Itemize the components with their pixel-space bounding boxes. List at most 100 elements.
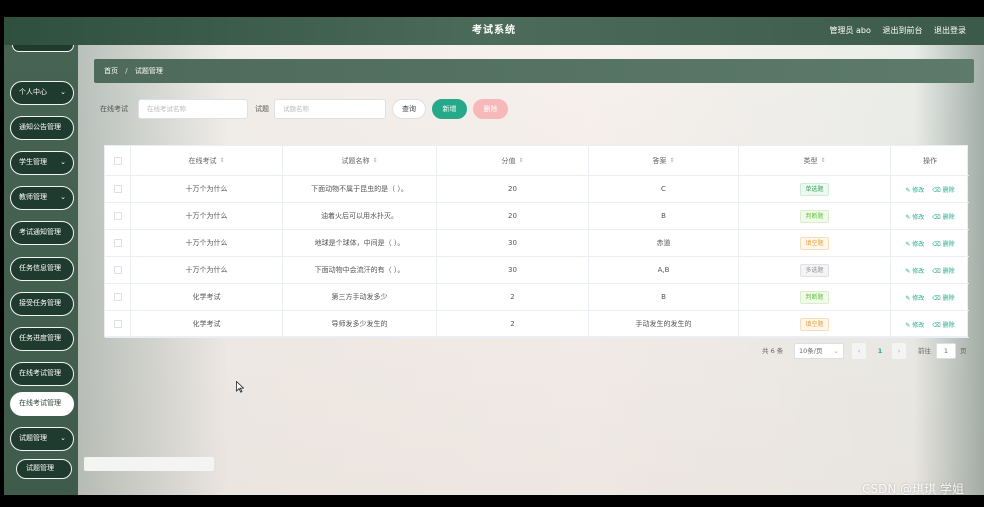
cell-question: 下面动物不属于昆虫的是（ ）。	[283, 176, 437, 202]
trash-icon: ⌫	[932, 186, 943, 194]
cell-answer-text: C	[661, 185, 666, 193]
sidebar-item-label: 接受任务管理	[19, 299, 61, 307]
column-header[interactable]: 答案 ⇕	[589, 146, 739, 175]
edit-label: 修改	[912, 186, 925, 194]
column-header[interactable]: 试题名称 ⇕	[283, 146, 437, 175]
cell-answer: B	[589, 203, 739, 229]
cell-question-text: 下面动物中会流汗的有（ ）。	[314, 266, 405, 274]
select-all-checkbox[interactable]	[113, 156, 122, 165]
cell-question: 下面动物中会流汗的有（ ）。	[283, 257, 437, 283]
cell-exam: 十万个为什么	[131, 203, 283, 229]
sidebar-item[interactable]: 接受任务管理	[10, 292, 74, 316]
goto-page-input[interactable]: 1	[936, 343, 956, 359]
cell-exam: 化学考试	[131, 284, 283, 310]
total-count: 共 6 条	[762, 347, 784, 355]
cell-question-text: 油着火后可以用水扑灭。	[321, 212, 398, 220]
page-unit: 页	[960, 347, 967, 355]
chevron-down-icon: ⌄	[60, 158, 66, 166]
sidebar-item-label: 任务信息管理	[19, 264, 61, 272]
sidebar-item-label: 个人中心	[19, 88, 47, 96]
cell-score: 20	[437, 203, 589, 229]
delete-link[interactable]: ⌫ 删除	[932, 293, 954, 302]
sidebar-item-label: 考试通知管理	[19, 228, 61, 236]
cell-question: 地球是个球体，中间是（ ）。	[283, 230, 437, 256]
cell-score: 2	[437, 284, 589, 310]
logout-link[interactable]: 退出登录	[934, 26, 966, 35]
sidebar-item[interactable]: 任务进度管理	[10, 327, 74, 351]
breadcrumb-home[interactable]: 首页	[104, 67, 118, 75]
table-row: 十万个为什么 地球是个球体，中间是（ ）。 30 赤道 填空题 ✎ 修改 ⌫ 删除	[105, 230, 969, 257]
sidebar-item[interactable]: 任务信息管理	[10, 257, 74, 281]
question-search-input[interactable]: 试题名称	[274, 99, 386, 119]
next-page-button[interactable]: ›	[892, 343, 906, 359]
column-header[interactable]: 在线考试 ⇕	[131, 146, 283, 175]
edit-link[interactable]: ✎ 修改	[905, 293, 924, 302]
trash-icon: ⌫	[932, 294, 943, 302]
page-size-select[interactable]: 10条/页 ⌄	[794, 343, 844, 359]
edit-link[interactable]: ✎ 修改	[905, 320, 924, 329]
column-header-label: 试题名称	[341, 156, 370, 165]
edit-link[interactable]: ✎ 修改	[905, 185, 924, 194]
exam-search-input[interactable]: 在线考试名称	[138, 99, 248, 119]
sort-icon[interactable]: ⇕	[518, 157, 523, 164]
query-button[interactable]: 查询	[392, 99, 426, 119]
delete-link[interactable]: ⌫ 删除	[932, 212, 954, 221]
row-checkbox[interactable]	[113, 266, 122, 274]
sort-icon[interactable]: ⇕	[820, 157, 825, 164]
delete-link[interactable]: ⌫ 删除	[932, 239, 954, 248]
delete-button[interactable]: 删除	[473, 99, 508, 119]
back-to-front-link[interactable]: 退出到前台	[882, 26, 922, 35]
cell-exam-text: 十万个为什么	[185, 239, 228, 247]
delete-link[interactable]: ⌫ 删除	[932, 185, 954, 194]
row-checkbox[interactable]	[113, 239, 122, 247]
cell-exam-text: 十万个为什么	[185, 185, 228, 193]
delete-link[interactable]: ⌫ 删除	[932, 266, 954, 275]
breadcrumb: 首页 / 试题管理	[94, 59, 974, 83]
edit-link[interactable]: ✎ 修改	[905, 212, 924, 221]
edit-link[interactable]: ✎ 修改	[905, 266, 924, 275]
prev-page-button[interactable]: ‹	[852, 343, 866, 359]
current-page[interactable]: 1	[875, 343, 885, 359]
select-all-cell	[105, 146, 131, 175]
type-tag: 填空题	[800, 236, 829, 250]
column-header-label: 类型	[803, 156, 818, 165]
chevron-down-icon: ⌄	[833, 347, 839, 355]
cell-score: 2	[437, 311, 589, 337]
sidebar-item[interactable]: 个人中心 ⌄	[10, 81, 74, 105]
app-window: 考试系统 管理员 abo 退出到前台 退出登录 个人中心 ⌄ 通知公告管理 学生管理 ⌄…	[4, 17, 984, 495]
sort-icon[interactable]: ⇕	[372, 157, 377, 164]
table-row: 化学考试 第三方手动发多少 2 B 判断题 ✎ 修改 ⌫ 删除	[105, 284, 969, 311]
row-checkbox-cell	[105, 311, 131, 337]
cell-exam: 十万个为什么	[131, 176, 283, 202]
cell-score: 30	[437, 230, 589, 256]
edit-link[interactable]: ✎ 修改	[905, 239, 924, 248]
cell-exam-text: 十万个为什么	[185, 212, 228, 220]
sort-icon[interactable]: ⇕	[669, 157, 674, 164]
delete-label: 删除	[942, 267, 955, 275]
sidebar-item[interactable]: 试题管理 ⌄	[10, 427, 74, 451]
trash-icon: ⌫	[932, 213, 943, 221]
add-button[interactable]: 新增	[432, 99, 467, 119]
sort-icon[interactable]: ⇕	[219, 157, 224, 164]
breadcrumb-current: 试题管理	[134, 67, 163, 75]
column-header[interactable]: 类型 ⇕	[739, 146, 891, 175]
row-checkbox[interactable]	[113, 185, 122, 193]
sidebar-item[interactable]: 教师管理 ⌄	[10, 186, 74, 210]
row-checkbox[interactable]	[113, 320, 122, 328]
type-tag: 判断题	[800, 209, 829, 223]
sidebar-item[interactable]: 考试通知管理	[10, 221, 74, 245]
sidebar-item[interactable]: 试题管理	[16, 459, 72, 479]
column-header[interactable]: 分值 ⇕	[437, 146, 589, 175]
row-checkbox[interactable]	[113, 212, 122, 220]
cell-exam-text: 十万个为什么	[185, 266, 228, 274]
sidebar-item[interactable]: 在线考试管理	[10, 362, 74, 386]
column-header-label: 操作	[923, 156, 937, 165]
column-header-label: 答案	[652, 156, 667, 165]
sidebar-item[interactable]: 学生管理 ⌄	[10, 151, 74, 175]
sidebar-item[interactable]: 通知公告管理	[10, 116, 74, 140]
delete-link[interactable]: ⌫ 删除	[932, 320, 954, 329]
cell-answer: A,B	[589, 257, 739, 283]
sidebar-item[interactable]: 在线考试管理	[10, 392, 74, 416]
cell-exam: 十万个为什么	[131, 230, 283, 256]
row-checkbox[interactable]	[113, 293, 122, 301]
